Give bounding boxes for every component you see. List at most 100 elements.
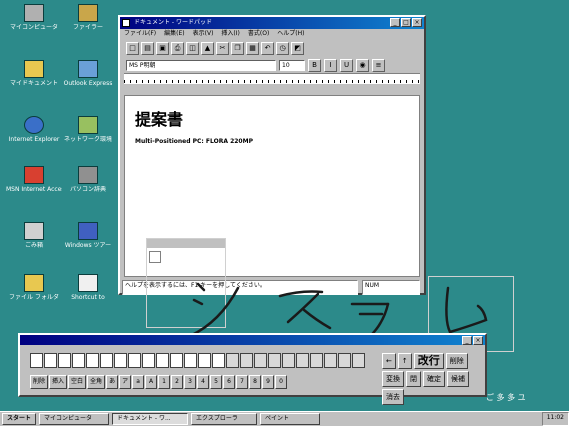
taskbar-item-my-computer[interactable]: マイコンピュータ <box>39 413 110 425</box>
maximize-button[interactable]: □ <box>401 18 411 27</box>
key-hiragana[interactable]: あ <box>106 375 119 389</box>
key-8[interactable]: 8 <box>249 375 262 389</box>
input-cell[interactable] <box>142 353 155 368</box>
menu-insert[interactable]: 挿入(I) <box>221 29 239 39</box>
key-insert[interactable]: 挿入 <box>49 375 68 389</box>
system-tray-clock[interactable]: 11:02 <box>541 412 569 426</box>
input-cell[interactable] <box>72 353 85 368</box>
clear-button[interactable]: 消去 <box>382 389 404 405</box>
newline-button[interactable]: 改行 <box>413 353 444 369</box>
key-delete[interactable]: 削除 <box>30 375 49 389</box>
desktop-icon-internet-explorer[interactable]: Internet Explorer <box>6 116 62 143</box>
key-7[interactable]: 7 <box>236 375 249 389</box>
key-katakana[interactable]: ア <box>119 375 132 389</box>
key-space[interactable]: 空白 <box>68 375 87 389</box>
desktop-icon-dictionary[interactable]: パソコン辞典 <box>60 166 116 193</box>
input-cell[interactable] <box>184 353 197 368</box>
desktop-icon-my-documents[interactable]: マイドキュメント <box>6 60 62 87</box>
underline-icon[interactable]: U <box>340 58 353 72</box>
input-cell[interactable] <box>296 353 309 368</box>
input-cell[interactable] <box>212 353 225 368</box>
input-cell[interactable] <box>58 353 71 368</box>
italic-icon[interactable]: I <box>324 58 337 72</box>
new-icon[interactable]: □ <box>126 41 139 55</box>
input-cell[interactable] <box>30 353 43 368</box>
desktop-icon-network[interactable]: ネットワーク環境 <box>60 116 116 143</box>
save-icon[interactable]: ▣ <box>156 41 169 55</box>
input-cell[interactable] <box>128 353 141 368</box>
font-size-select[interactable]: 10 <box>279 59 305 71</box>
input-cell[interactable] <box>170 353 183 368</box>
key-1[interactable]: 1 <box>158 375 171 389</box>
preview-icon[interactable]: ◫ <box>186 41 199 55</box>
key-4[interactable]: 4 <box>197 375 210 389</box>
ime-candidate-cell[interactable] <box>149 251 161 263</box>
ruler[interactable] <box>124 73 420 84</box>
menu-format[interactable]: 書式(O) <box>248 29 269 39</box>
cursor-up-button[interactable]: ↑ <box>397 353 412 369</box>
window-titlebar[interactable]: ドキュメント - ワードパッド _ □ × <box>120 17 424 29</box>
menu-help[interactable]: ヘルプ(H) <box>277 29 304 39</box>
input-cell[interactable] <box>240 353 253 368</box>
open-icon[interactable]: ▤ <box>141 41 154 55</box>
ime-status-icons[interactable]: ご 多 多 ユ <box>486 392 526 403</box>
menu-edit[interactable]: 編集(E) <box>164 29 184 39</box>
input-cell[interactable] <box>156 353 169 368</box>
desktop-icon-recycle-bin[interactable]: ごみ箱 <box>6 222 62 249</box>
confirm-button[interactable]: 確定 <box>423 371 445 387</box>
key-5[interactable]: 5 <box>210 375 223 389</box>
convert-button[interactable]: 変換 <box>382 371 404 387</box>
key-upper[interactable]: A <box>145 375 158 389</box>
menu-view[interactable]: 表示(V) <box>193 29 214 39</box>
copy-icon[interactable]: ❐ <box>231 41 244 55</box>
undo-icon[interactable]: ↶ <box>261 41 274 55</box>
object-icon[interactable]: ◩ <box>291 41 304 55</box>
key-0[interactable]: 0 <box>275 375 288 389</box>
paste-icon[interactable]: ▦ <box>246 41 259 55</box>
date-icon[interactable]: ◷ <box>276 41 289 55</box>
taskbar-item-paint[interactable]: ペイント <box>260 413 321 425</box>
input-cell[interactable] <box>338 353 351 368</box>
desktop-icon-shortcut[interactable]: Shortcut to <box>60 274 116 301</box>
key-fullwidth[interactable]: 全角 <box>87 375 106 389</box>
candidate-button[interactable]: 候補 <box>447 371 469 387</box>
key-9[interactable]: 9 <box>262 375 275 389</box>
desktop-icon-folder[interactable]: ファイル フォルダ <box>6 274 62 301</box>
input-cell[interactable] <box>198 353 211 368</box>
cursor-left-button[interactable]: ← <box>382 353 396 369</box>
input-cell[interactable] <box>310 353 323 368</box>
input-cell[interactable] <box>100 353 113 368</box>
desktop-icon-my-computer[interactable]: マイコンピュータ <box>6 4 62 31</box>
font-name-select[interactable]: MS P明朝 <box>126 59 276 71</box>
close-pad-button[interactable]: 閉 <box>406 371 421 387</box>
input-cell[interactable] <box>282 353 295 368</box>
color-icon[interactable]: ◉ <box>356 58 369 72</box>
key-2[interactable]: 2 <box>171 375 184 389</box>
desktop-icon-tour[interactable]: Windows ツアー <box>60 222 116 249</box>
desktop-icon-filer[interactable]: ファイラー <box>60 4 116 31</box>
input-cell[interactable] <box>44 353 57 368</box>
align-icon[interactable]: ≡ <box>372 58 385 72</box>
key-lower[interactable]: a <box>132 375 145 389</box>
desktop-icon-msn[interactable]: MSN Internet Access <box>6 166 62 193</box>
desktop-icon-outlook[interactable]: Outlook Express <box>60 60 116 87</box>
cut-icon[interactable]: ✂ <box>216 41 229 55</box>
pad-close-button[interactable]: × <box>473 336 483 345</box>
pad-titlebar[interactable]: _ × <box>20 335 485 345</box>
input-cell[interactable] <box>86 353 99 368</box>
pad-minimize-button[interactable]: _ <box>462 336 472 345</box>
find-icon[interactable]: ▲ <box>201 41 214 55</box>
input-cell[interactable] <box>226 353 239 368</box>
menu-file[interactable]: ファイル(F) <box>124 29 156 39</box>
taskbar-item-explorer[interactable]: エクスプローラ <box>191 413 258 425</box>
key-6[interactable]: 6 <box>223 375 236 389</box>
input-cell[interactable] <box>324 353 337 368</box>
input-cell[interactable] <box>268 353 281 368</box>
close-button[interactable]: × <box>412 18 422 27</box>
delete-button[interactable]: 削除 <box>445 353 468 369</box>
key-3[interactable]: 3 <box>184 375 197 389</box>
taskbar-item-wordpad[interactable]: ドキュメント - ワ... <box>112 413 189 425</box>
print-icon[interactable]: ⎙ <box>171 41 184 55</box>
minimize-button[interactable]: _ <box>390 18 400 27</box>
input-cell[interactable] <box>352 353 365 368</box>
